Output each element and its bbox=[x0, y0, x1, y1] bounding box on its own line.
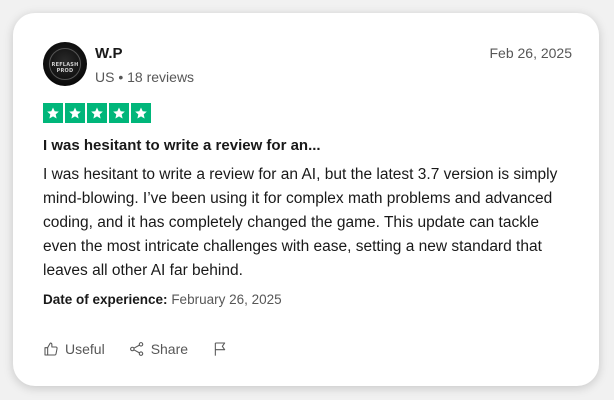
avatar[interactable]: REFLASH PROD bbox=[43, 42, 87, 86]
experience-date: February 26, 2025 bbox=[171, 292, 282, 307]
review-actions: Useful Share bbox=[43, 341, 228, 357]
report-button[interactable] bbox=[212, 341, 228, 357]
star-icon bbox=[131, 103, 151, 123]
meta-separator: • bbox=[118, 69, 128, 85]
star-rating bbox=[43, 103, 151, 123]
share-icon bbox=[129, 342, 143, 356]
reviewer-meta: US • 18 reviews bbox=[95, 69, 194, 85]
reviewer-country: US bbox=[95, 69, 115, 85]
review-body: I was hesitant to write a review for an … bbox=[43, 166, 558, 279]
review-date: Feb 26, 2025 bbox=[489, 45, 572, 61]
star-icon bbox=[109, 103, 129, 123]
experience-label: Date of experience: bbox=[43, 292, 168, 307]
useful-label: Useful bbox=[65, 341, 105, 357]
review-title[interactable]: I was hesitant to write a review for an.… bbox=[43, 137, 321, 154]
share-button[interactable]: Share bbox=[129, 341, 188, 357]
thumbs-up-icon bbox=[44, 342, 58, 356]
star-icon bbox=[87, 103, 107, 123]
review-card: REFLASH PROD W.P US • 18 reviews Feb 26,… bbox=[13, 13, 599, 386]
avatar-logo-text: REFLASH PROD bbox=[51, 62, 79, 74]
star-icon bbox=[65, 103, 85, 123]
useful-button[interactable]: Useful bbox=[43, 341, 105, 357]
reviewer-name[interactable]: W.P bbox=[95, 45, 123, 62]
star-icon bbox=[43, 103, 63, 123]
date-of-experience: Date of experience: February 26, 2025 bbox=[43, 292, 282, 307]
flag-icon bbox=[214, 342, 226, 356]
reviewer-review-count: 18 reviews bbox=[127, 69, 195, 85]
share-label: Share bbox=[150, 341, 189, 357]
